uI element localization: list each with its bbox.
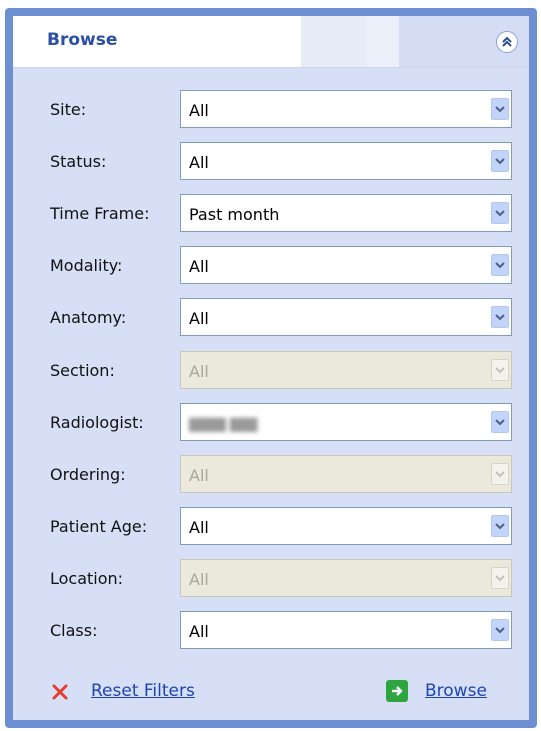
dropdown-value: All: [189, 101, 209, 120]
dropdown-value: Past month: [189, 205, 280, 224]
panel-title: Browse: [47, 30, 118, 50]
filter-row: Ordering: All: [13, 455, 529, 493]
chevron-down-icon[interactable]: [491, 619, 509, 641]
filter-dropdown: All: [180, 351, 512, 389]
chevron-down-icon[interactable]: [491, 254, 509, 276]
filter-label: Time Frame:: [50, 204, 150, 223]
filter-dropdown[interactable]: All: [180, 298, 512, 336]
browse-link[interactable]: Browse: [425, 681, 487, 701]
filter-dropdown[interactable]: All: [180, 611, 512, 649]
dropdown-value: All: [189, 518, 209, 537]
filter-row: Location: All: [13, 559, 529, 597]
filter-dropdown: All: [180, 455, 512, 493]
header-fade: [301, 16, 365, 68]
filter-row: Patient Age: All: [13, 507, 529, 545]
browse-panel: Browse Site: All Status: All Time Frame: Past…: [5, 8, 537, 728]
filter-label: Patient Age:: [50, 517, 148, 536]
reset-filters-link[interactable]: Reset Filters: [91, 681, 195, 701]
collapse-button[interactable]: [496, 31, 518, 53]
filter-row: Radiologist: ████ ███: [13, 403, 529, 441]
filter-row: Site: All: [13, 90, 529, 128]
chevron-down-icon: [491, 567, 509, 589]
chevron-down-icon[interactable]: [491, 98, 509, 120]
dropdown-value: All: [189, 257, 209, 276]
filter-label: Location:: [50, 569, 124, 588]
filter-label: Class:: [50, 621, 98, 640]
redacted-value: ████ ███: [189, 418, 258, 432]
chevron-down-icon[interactable]: [491, 306, 509, 328]
double-chevron-up-icon: [502, 36, 512, 47]
filter-row: Modality: All: [13, 246, 529, 284]
dropdown-value: All: [189, 570, 209, 589]
filter-row: Section: All: [13, 351, 529, 389]
chevron-down-icon[interactable]: [491, 150, 509, 172]
dropdown-value: All: [189, 466, 209, 485]
filter-dropdown[interactable]: All: [180, 90, 512, 128]
filter-label: Status:: [50, 152, 107, 171]
filter-dropdown[interactable]: ████ ███: [180, 403, 512, 441]
filter-label: Anatomy:: [50, 308, 127, 327]
dropdown-value: All: [189, 622, 209, 641]
filter-label: Section:: [50, 361, 115, 380]
panel-body: Site: All Status: All Time Frame: Past month M…: [13, 68, 529, 720]
filter-dropdown[interactable]: All: [180, 246, 512, 284]
dropdown-value: All: [189, 153, 209, 172]
filter-row: Anatomy: All: [13, 298, 529, 336]
x-icon[interactable]: [49, 681, 71, 703]
dropdown-value: ████ ███: [189, 414, 257, 433]
filter-dropdown[interactable]: Past month: [180, 194, 512, 232]
filter-dropdown: All: [180, 559, 512, 597]
filter-label: Ordering:: [50, 465, 126, 484]
filter-label: Site:: [50, 100, 87, 119]
filter-label: Modality:: [50, 256, 123, 275]
filter-label: Radiologist:: [50, 413, 144, 432]
filter-dropdown[interactable]: All: [180, 507, 512, 545]
dropdown-value: All: [189, 362, 209, 381]
chevron-down-icon[interactable]: [491, 515, 509, 537]
filter-row: Status: All: [13, 142, 529, 180]
header-fade: [365, 16, 399, 68]
chevron-down-icon: [491, 359, 509, 381]
chevron-down-icon[interactable]: [491, 411, 509, 433]
arrow-right-icon[interactable]: [386, 680, 408, 702]
filter-row: Time Frame: Past month: [13, 194, 529, 232]
dropdown-value: All: [189, 309, 209, 328]
panel-header: Browse: [13, 16, 529, 68]
filter-row: Class: All: [13, 611, 529, 649]
chevron-down-icon[interactable]: [491, 202, 509, 224]
filter-dropdown[interactable]: All: [180, 142, 512, 180]
chevron-down-icon: [491, 463, 509, 485]
panel-footer: Reset Filters Browse: [13, 677, 529, 707]
